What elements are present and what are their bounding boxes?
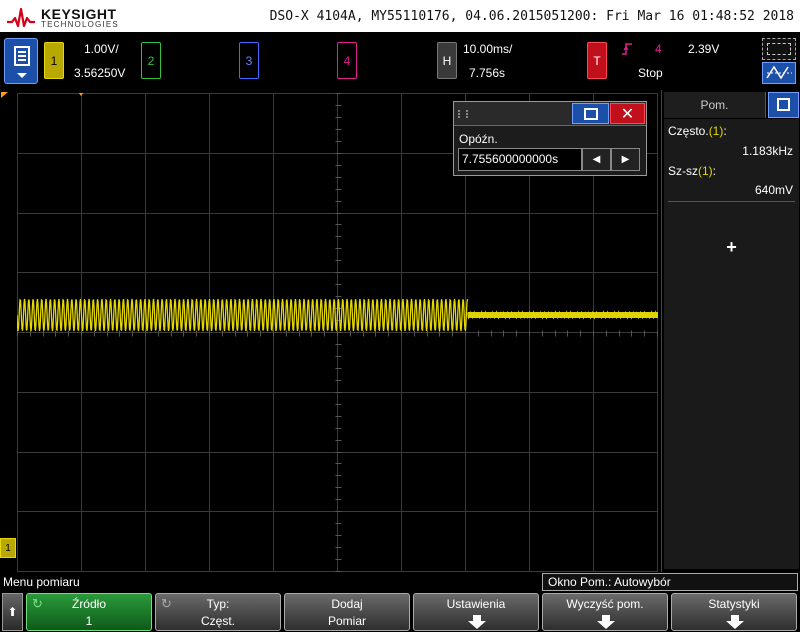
trigger-button[interactable]: T bbox=[587, 42, 607, 79]
delay-decrease-button[interactable]: ◀ bbox=[582, 148, 611, 171]
softkey-bar: Menu pomiaru Okno Pom.: Autowybór ⬆ ↻ Źr… bbox=[0, 572, 800, 632]
tab-measurements[interactable]: Pom. bbox=[664, 92, 766, 118]
zoom-waveform-button[interactable] bbox=[762, 62, 796, 84]
measurement-name: Sz-sz(1): bbox=[668, 164, 717, 178]
keysight-wave-icon bbox=[7, 7, 35, 28]
softkey-label: Wyczyść pom. bbox=[566, 597, 644, 611]
popup-title-bar[interactable]: ✕ bbox=[454, 102, 646, 126]
brand-subtitle: TECHNOLOGIES bbox=[41, 20, 119, 29]
measurement-name: Często.(1): bbox=[668, 124, 727, 138]
settings-softkey[interactable]: Ustawienia bbox=[413, 593, 539, 631]
popup-menu-button[interactable] bbox=[572, 103, 609, 124]
add-measurement-softkey[interactable]: Dodaj Pomiar bbox=[284, 593, 410, 631]
delay-popup: ✕ Opóźn. 7.755600000000s ◀ ▶ bbox=[453, 101, 647, 176]
display-window-button[interactable] bbox=[762, 38, 796, 60]
back-button[interactable]: ⬆ bbox=[2, 593, 23, 631]
horizontal-delay: 7.756s bbox=[469, 66, 506, 80]
waveform-icon bbox=[766, 65, 792, 80]
channel-1-button[interactable]: 1 bbox=[44, 42, 64, 79]
horizontal-scale: 10.00ms/ bbox=[463, 42, 513, 56]
softkey-label: Typ: bbox=[206, 597, 230, 611]
clear-measurements-softkey[interactable]: Wyczyść pom. bbox=[542, 593, 668, 631]
softkey-label: Źródło bbox=[71, 597, 106, 611]
softkey-value: Częst. bbox=[200, 614, 235, 628]
run-status: Stop bbox=[638, 66, 663, 80]
menu-title: Menu pomiaru bbox=[3, 575, 80, 589]
chevron-down-icon bbox=[17, 73, 27, 78]
delay-input[interactable]: 7.755600000000s bbox=[458, 148, 582, 171]
channel-1-offset: 3.56250V bbox=[74, 66, 126, 80]
keysight-logo: KEYSIGHT TECHNOLOGIES bbox=[6, 4, 136, 30]
arrow-down-icon bbox=[597, 615, 615, 629]
softkey-value: 1 bbox=[85, 614, 93, 628]
trigger-source: 4 bbox=[655, 42, 662, 56]
trigger-position-marker bbox=[1, 92, 8, 98]
channel-4-button[interactable]: 4 bbox=[337, 42, 357, 79]
source-softkey[interactable]: ↻ Źródło 1 bbox=[26, 593, 152, 631]
document-icon bbox=[777, 98, 790, 111]
measurement-value: 640mV bbox=[754, 183, 793, 197]
measurement-window-mode: Okno Pom.: Autowybór bbox=[542, 573, 798, 591]
measurements-menu-button[interactable] bbox=[768, 92, 799, 118]
statistics-softkey[interactable]: Statystyki bbox=[671, 593, 797, 631]
softkey-label: Statystyki bbox=[708, 597, 760, 611]
measurements-panel: Pom. Często.(1): 1.183kHz Sz-sz(1): 640m… bbox=[661, 90, 800, 572]
channel-3-button[interactable]: 3 bbox=[239, 42, 259, 79]
horizontal-button[interactable]: H bbox=[437, 42, 457, 79]
channel-marker-strip bbox=[0, 90, 17, 572]
channel-1-ground-marker[interactable]: 1 bbox=[0, 538, 16, 558]
document-icon bbox=[584, 108, 598, 120]
arrow-down-icon bbox=[468, 615, 486, 629]
measurements-list: Często.(1): 1.183kHz Sz-sz(1): 640mV + bbox=[664, 119, 799, 569]
title-bar: KEYSIGHT TECHNOLOGIES DSO-X 4104A, MY551… bbox=[0, 0, 800, 32]
add-measurement-button[interactable]: + bbox=[664, 237, 799, 258]
channel-2-button[interactable]: 2 bbox=[141, 42, 161, 79]
softkey-label: Dodaj bbox=[331, 597, 363, 611]
type-softkey[interactable]: ↻ Typ: Częst. bbox=[155, 593, 281, 631]
measurement-value: 1.183kHz bbox=[742, 144, 793, 158]
trigger-level: 2.39V bbox=[688, 42, 720, 56]
delay-increase-button[interactable]: ▶ bbox=[611, 148, 640, 171]
document-icon bbox=[14, 46, 30, 66]
window-icon bbox=[767, 43, 791, 55]
divider bbox=[668, 201, 795, 202]
arrow-down-icon bbox=[726, 615, 744, 629]
rising-edge-icon bbox=[621, 42, 633, 59]
channel-1-scale: 1.00V/ bbox=[84, 42, 119, 56]
popup-close-button[interactable]: ✕ bbox=[610, 103, 645, 124]
softkey-label: Ustawienia bbox=[446, 597, 506, 611]
main-menu-button[interactable] bbox=[4, 38, 38, 84]
device-info: DSO-X 4104A, MY55110176, 04.06.201505120… bbox=[269, 9, 794, 24]
settings-bar: 1 1.00V/ 3.56250V 2 3 4 H 10.00ms/ 7.756… bbox=[0, 32, 800, 90]
delay-label: Opóźn. bbox=[459, 132, 498, 146]
softkey-value: Pomiar bbox=[327, 614, 366, 628]
drag-handle-icon[interactable] bbox=[458, 110, 468, 118]
